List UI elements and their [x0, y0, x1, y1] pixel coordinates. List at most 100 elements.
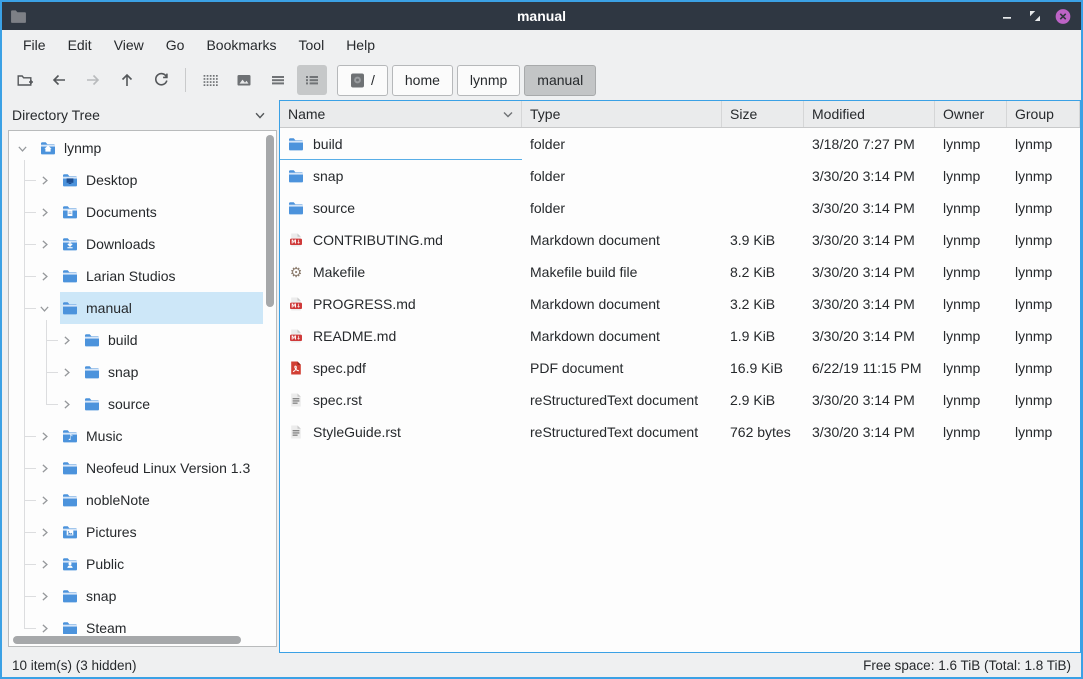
tree-item-larian-studios[interactable]: Larian Studios [10, 260, 263, 292]
tree-item-noblenote[interactable]: nobleNote [10, 484, 263, 516]
column-header-size[interactable]: Size [722, 101, 804, 127]
menu-tool[interactable]: Tool [288, 33, 336, 57]
file-row-styleguide-rst[interactable]: StyleGuide.rstreStructuredText document7… [280, 416, 1080, 448]
up-button[interactable] [112, 65, 142, 95]
file-row-contributing-md[interactable]: M↓CONTRIBUTING.mdMarkdown document3.9 Ki… [280, 224, 1080, 256]
column-header-name[interactable]: Name [280, 101, 522, 127]
tree-item-snap[interactable]: snap [10, 356, 263, 388]
svg-text:♪: ♪ [68, 433, 73, 442]
folder-icon [62, 204, 78, 220]
file-row-build[interactable]: buildfolder3/18/20 7:27 PMlynmplynmp [280, 128, 1080, 160]
chevron-down-icon[interactable] [253, 108, 267, 122]
path-segment-label: home [405, 72, 440, 88]
cell-size: 1.9 KiB [722, 320, 804, 352]
detailed-list-view-button[interactable] [297, 65, 327, 95]
back-button[interactable] [44, 65, 74, 95]
cell-name: M↓CONTRIBUTING.md [280, 224, 522, 256]
refresh-button[interactable] [146, 65, 176, 95]
cell-modified: 3/30/20 3:14 PM [804, 288, 935, 320]
tree-item-documents[interactable]: Documents [10, 196, 263, 228]
tree-horizontal-scrollbar[interactable] [13, 636, 241, 644]
menu-go[interactable]: Go [155, 33, 196, 57]
chevron-right-icon[interactable] [38, 492, 60, 508]
folder-icon [84, 396, 100, 412]
chevron-expanded-icon[interactable] [16, 140, 38, 156]
column-header-label: Name [288, 106, 503, 122]
menu-bookmarks[interactable]: Bookmarks [195, 33, 287, 57]
tree-item-source[interactable]: source [10, 388, 263, 420]
file-row-spec-rst[interactable]: spec.rstreStructuredText document2.9 KiB… [280, 384, 1080, 416]
menu-view[interactable]: View [103, 33, 155, 57]
tree-item-music[interactable]: ♪Music [10, 420, 263, 452]
tree-item-snap[interactable]: snap [10, 580, 263, 612]
file-row-makefile[interactable]: ⚙MakefileMakefile build file8.2 KiB3/30/… [280, 256, 1080, 288]
column-header-modified[interactable]: Modified [804, 101, 935, 127]
file-name: Makefile [313, 264, 365, 280]
file-row-progress-md[interactable]: M↓PROGRESS.mdMarkdown document3.2 KiB3/3… [280, 288, 1080, 320]
cell-type: Makefile build file [522, 256, 722, 288]
cell-name: spec.rst [280, 384, 522, 416]
close-button[interactable] [1055, 8, 1071, 24]
chevron-right-icon[interactable] [38, 172, 60, 188]
chevron-right-icon[interactable] [38, 524, 60, 540]
tree-item-desktop[interactable]: Desktop [10, 164, 263, 196]
path-segment-manual[interactable]: manual [524, 65, 596, 96]
column-header-type[interactable]: Type [522, 101, 722, 127]
icon-view-button[interactable] [195, 65, 225, 95]
chevron-right-icon[interactable] [38, 588, 60, 604]
path-segment-root[interactable]: / [337, 65, 388, 96]
free-space-status: Free space: 1.6 TiB (Total: 1.8 TiB) [863, 658, 1071, 673]
chevron-right-icon[interactable] [38, 268, 60, 284]
file-row-source[interactable]: sourcefolder3/30/20 3:14 PMlynmplynmp [280, 192, 1080, 224]
file-row-spec-pdf[interactable]: spec.pdfPDF document16.9 KiB6/22/19 11:1… [280, 352, 1080, 384]
cell-size: 762 bytes [722, 416, 804, 448]
chevron-right-icon[interactable] [60, 332, 82, 348]
menu-file[interactable]: File [12, 33, 57, 57]
tree-item-downloads[interactable]: Downloads [10, 228, 263, 260]
chevron-expanded-icon[interactable] [38, 300, 60, 316]
column-header-owner[interactable]: Owner [935, 101, 1007, 127]
tree-vertical-scrollbar[interactable] [266, 135, 274, 307]
column-header-group[interactable]: Group [1007, 101, 1080, 127]
chevron-right-icon[interactable] [38, 460, 60, 476]
sidebar-pane-selector[interactable]: Directory Tree [2, 100, 279, 130]
minimize-button[interactable] [999, 8, 1015, 24]
cell-group: lynmp [1007, 416, 1080, 448]
file-row-snap[interactable]: snapfolder3/30/20 3:14 PMlynmplynmp [280, 160, 1080, 192]
thumbnail-view-button[interactable] [229, 65, 259, 95]
titlebar[interactable]: manual [2, 2, 1081, 30]
chevron-right-icon[interactable] [38, 204, 60, 220]
compact-view-button[interactable] [263, 65, 293, 95]
cell-size: 16.9 KiB [722, 352, 804, 384]
cell-type: Markdown document [522, 224, 722, 256]
cell-group: lynmp [1007, 352, 1080, 384]
chevron-right-icon[interactable] [38, 620, 60, 634]
file-name: PROGRESS.md [313, 296, 416, 312]
markdown-file-icon: M↓ [288, 296, 304, 312]
chevron-right-icon[interactable] [38, 556, 60, 572]
tree-item-steam[interactable]: Steam [10, 612, 263, 634]
menu-edit[interactable]: Edit [57, 33, 103, 57]
tree-item-lynmp[interactable]: lynmp [10, 132, 263, 164]
cell-modified: 3/30/20 3:14 PM [804, 416, 935, 448]
tree-item-build[interactable]: build [10, 324, 263, 356]
refresh-icon [152, 71, 170, 89]
new-tab-button[interactable] [10, 65, 40, 95]
tree-item-neofeud-linux-version-1-3[interactable]: Neofeud Linux Version 1.3 [10, 452, 263, 484]
chevron-right-icon[interactable] [60, 396, 82, 412]
path-segment-home[interactable]: home [392, 65, 453, 96]
file-row-readme-md[interactable]: M↓README.mdMarkdown document1.9 KiB3/30/… [280, 320, 1080, 352]
chevron-right-icon[interactable] [60, 364, 82, 380]
tree-item-manual[interactable]: manual [10, 292, 263, 324]
tree-item-pictures[interactable]: Pictures [10, 516, 263, 548]
chevron-right-icon[interactable] [38, 236, 60, 252]
forward-button[interactable] [78, 65, 108, 95]
tree-item-public[interactable]: Public [10, 548, 263, 580]
menu-help[interactable]: Help [335, 33, 386, 57]
chevron-right-icon[interactable] [38, 428, 60, 444]
file-name: source [313, 200, 355, 216]
restore-button[interactable] [1027, 8, 1043, 24]
cell-type: Markdown document [522, 320, 722, 352]
folder-icon [62, 268, 78, 284]
path-segment-lynmp[interactable]: lynmp [457, 65, 520, 96]
